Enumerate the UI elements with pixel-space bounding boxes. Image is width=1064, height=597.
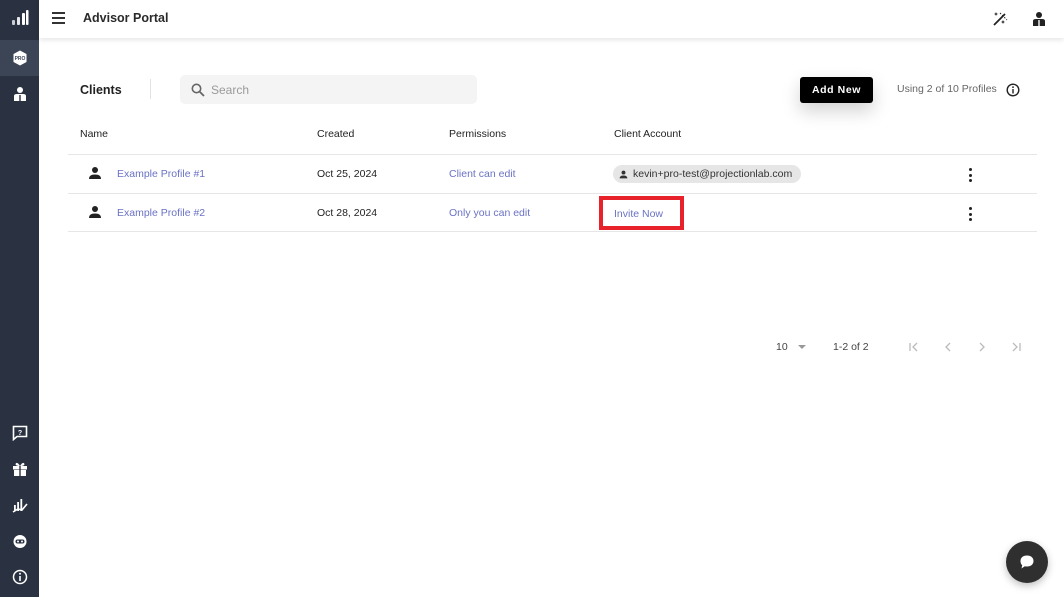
chevron-left-icon — [945, 342, 951, 352]
sidebar-item-growth[interactable] — [0, 487, 39, 523]
table-row: Example Profile #2 Oct 28, 2024 Only you… — [68, 193, 1037, 232]
magic-wand-button[interactable] — [990, 9, 1010, 29]
info-icon — [12, 569, 27, 585]
row-menu-button[interactable] — [965, 206, 975, 222]
pro-badge-icon: PRO — [13, 50, 26, 66]
client-account-chip[interactable]: kevin+pro-test@projectionlab.com — [613, 165, 802, 183]
add-new-button[interactable]: Add New — [800, 77, 873, 103]
search-input[interactable] — [211, 82, 451, 97]
column-header-created[interactable]: Created — [317, 128, 354, 140]
top-app-bar: Advisor Portal — [39, 0, 1064, 38]
sidebar-item-help[interactable]: ? — [0, 415, 39, 451]
advisor-icon — [13, 87, 26, 101]
svg-text:PRO: PRO — [14, 56, 25, 62]
first-page-button[interactable] — [906, 339, 922, 355]
first-page-icon — [909, 342, 918, 352]
person-icon — [619, 170, 628, 178]
growth-chart-icon — [12, 499, 28, 513]
last-page-icon — [1012, 342, 1021, 352]
more-vert-icon — [968, 168, 972, 171]
chevron-right-icon — [979, 342, 985, 352]
next-page-button[interactable] — [974, 339, 990, 355]
help-chat-icon: ? — [12, 425, 27, 441]
dropdown-arrow-icon — [797, 345, 806, 350]
account-button[interactable] — [1029, 9, 1049, 29]
svg-text:?: ? — [17, 430, 21, 437]
sidebar-item-home[interactable] — [0, 0, 39, 36]
sidebar-item-info[interactable] — [0, 559, 39, 595]
rows-per-page-value: 10 — [776, 341, 788, 353]
chat-support-button[interactable] — [1006, 541, 1048, 583]
column-header-name[interactable]: Name — [80, 128, 108, 140]
created-date: Oct 28, 2024 — [317, 207, 378, 219]
menu-icon[interactable] — [51, 11, 67, 25]
community-icon — [13, 535, 26, 548]
rows-per-page-select[interactable]: 10 — [776, 341, 807, 353]
created-date: Oct 25, 2024 — [317, 168, 378, 180]
permissions-link[interactable]: Only you can edit — [449, 207, 530, 219]
sidebar-item-gift[interactable] — [0, 451, 39, 487]
search-field[interactable] — [180, 75, 477, 104]
person-icon — [89, 206, 101, 218]
logo-chart-icon — [11, 10, 28, 25]
profile-name-link[interactable]: Example Profile #2 — [117, 207, 205, 219]
main-content: Clients Add New Using 2 of 10 Profiles N… — [39, 38, 1064, 597]
sidebar-item-community[interactable] — [0, 523, 39, 559]
permissions-link[interactable]: Client can edit — [449, 168, 516, 180]
profile-name-link[interactable]: Example Profile #1 — [117, 168, 205, 180]
info-icon — [1006, 83, 1020, 97]
gift-icon — [12, 462, 27, 476]
pagination-range: 1-2 of 2 — [833, 341, 869, 353]
page-title: Advisor Portal — [83, 11, 169, 25]
sidebar: PRO ? — [0, 0, 39, 597]
magic-wand-icon — [993, 12, 1008, 26]
previous-page-button[interactable] — [940, 339, 956, 355]
account-icon — [1033, 12, 1045, 26]
row-menu-button[interactable] — [965, 167, 975, 183]
profile-usage-text: Using 2 of 10 Profiles — [897, 83, 997, 95]
table-row: Example Profile #1 Oct 25, 2024 Client c… — [68, 154, 1037, 193]
sidebar-item-advisor[interactable] — [0, 76, 39, 112]
client-email: kevin+pro-test@projectionlab.com — [633, 168, 793, 180]
person-icon — [89, 167, 101, 179]
last-page-button[interactable] — [1008, 339, 1024, 355]
invite-now-link[interactable]: Invite Now — [614, 208, 663, 220]
column-header-client-account[interactable]: Client Account — [614, 128, 681, 140]
sidebar-item-pro[interactable]: PRO — [0, 40, 39, 76]
section-title: Clients — [80, 83, 122, 97]
usage-info-button[interactable] — [1006, 83, 1020, 102]
divider — [150, 79, 151, 99]
invite-now-highlight[interactable]: Invite Now — [599, 196, 684, 230]
search-icon — [191, 83, 205, 97]
column-header-permissions[interactable]: Permissions — [449, 128, 506, 140]
more-vert-icon — [968, 207, 972, 210]
chat-bubble-icon — [1020, 555, 1034, 569]
